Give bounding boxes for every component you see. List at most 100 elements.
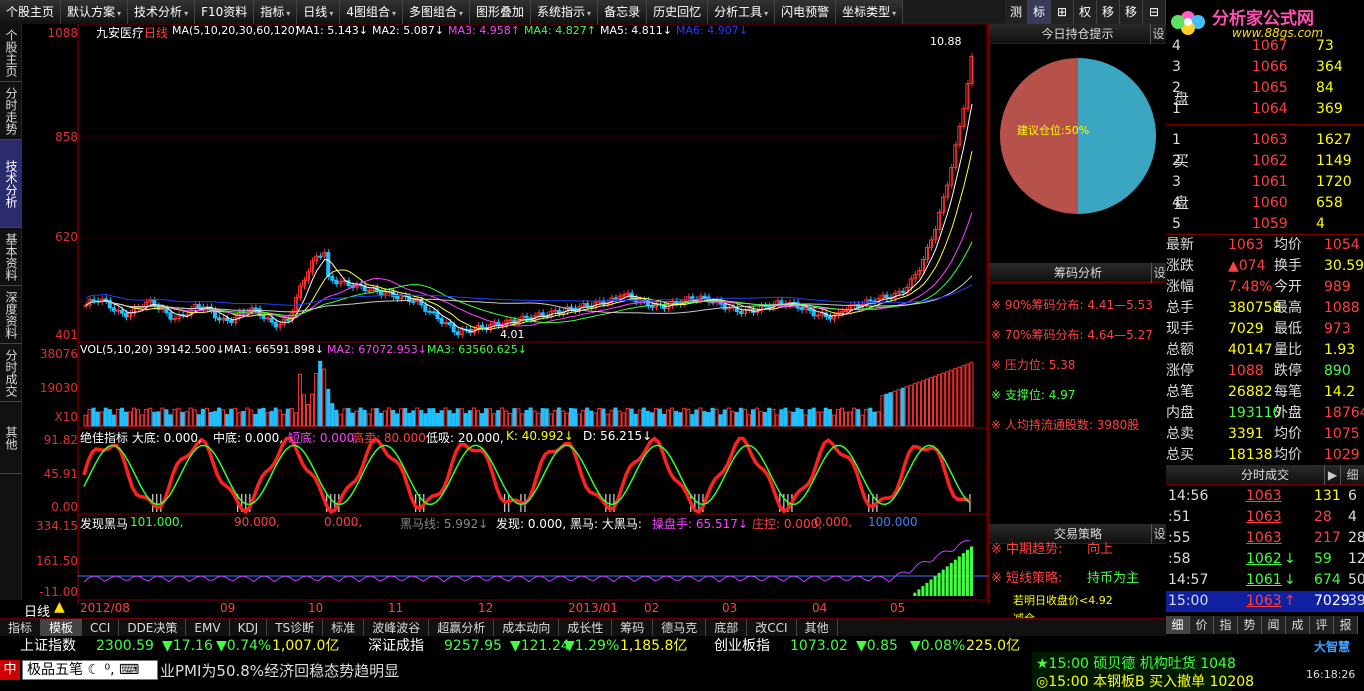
menu-item[interactable]: 默认方案 [61, 0, 129, 24]
indicator-tab[interactable]: 底部 [706, 619, 748, 637]
blackhorse-header: 90.000, [234, 515, 280, 529]
stat-row[interactable]: 总卖 3391 均价 1075 [1166, 424, 1364, 445]
indicator-tab[interactable]: TS诊断 [267, 619, 324, 637]
menu-item[interactable]: 指标 [254, 0, 298, 24]
indicator-tab[interactable]: 其他 [797, 619, 838, 637]
cell: ↓ [1284, 572, 1296, 588]
sell-row[interactable]: 1 1064 369 [1166, 99, 1364, 120]
index-name[interactable]: 深证成指 [368, 636, 424, 656]
stat-row[interactable]: 最新 1063 均价 1054 [1166, 235, 1364, 256]
indicator-tab[interactable]: 成本动向 [494, 619, 560, 637]
quote-tab[interactable]: 细 [1166, 616, 1190, 634]
indicator-tab[interactable]: EMV [186, 619, 230, 637]
detail-button[interactable]: 细 [1340, 465, 1364, 485]
left-tab[interactable]: 其他 [0, 402, 22, 474]
left-tab[interactable]: 个股主页 [0, 24, 22, 82]
cell: 7.48% [1228, 279, 1273, 295]
volume-bar [536, 412, 541, 427]
left-tab[interactable]: 深度资料 [0, 286, 22, 344]
toolbar-button[interactable]: 移 [1097, 0, 1120, 24]
tick-row[interactable]: :51 1063 28 4 [1166, 507, 1364, 528]
news-scroll[interactable]: 业PMI为50.8%经济回稳态势趋明显 [160, 660, 399, 681]
toolbar-button[interactable]: 标 [1028, 0, 1051, 24]
buy-row[interactable]: 5 1059 4 [1166, 214, 1364, 235]
quote-tab[interactable]: 评 [1310, 616, 1334, 634]
settings-button[interactable]: 设 [1150, 24, 1166, 44]
stat-row[interactable]: 总买 18138 均价 1029 [1166, 445, 1364, 466]
stat-row[interactable]: 涨幅 7.48% 今开 989 [1166, 277, 1364, 298]
menu-item[interactable]: 图形叠加 [470, 0, 532, 24]
tick-row[interactable]: 15:00 1063↑ 7029395 [1166, 591, 1364, 612]
quote-tab[interactable]: 成 [1286, 616, 1310, 634]
toolbar-button[interactable]: ⊞ [1051, 0, 1074, 24]
index-name[interactable]: 上证指数 [20, 636, 76, 656]
play-icon[interactable]: ▶ [1324, 465, 1340, 485]
indicator-tab[interactable]: 改CCI [747, 619, 797, 637]
sell-row[interactable]: 2 1065 84 [1166, 78, 1364, 99]
settings-button[interactable]: 设 [1151, 524, 1167, 544]
menu-item[interactable]: 多图组合 [402, 0, 471, 24]
menu-item[interactable]: 日线 [297, 0, 341, 24]
menu-item[interactable]: 闪电预警 [775, 0, 837, 24]
menu-item[interactable]: 系统指示 [531, 0, 599, 24]
quote-tab[interactable]: 报 [1334, 616, 1358, 634]
buy-row[interactable]: 1 1063 1627 [1166, 130, 1364, 151]
indicator-tab[interactable]: CCI [82, 619, 120, 637]
cell: 1063 [1246, 593, 1282, 609]
left-tab[interactable]: 技术分析 [0, 140, 22, 228]
candle [508, 319, 513, 322]
quote-tab[interactable]: 闻 [1262, 616, 1286, 634]
menu-item[interactable]: 技术分析 [128, 0, 196, 24]
toolbar-button[interactable]: 测 [1005, 0, 1028, 24]
index-name[interactable]: 创业板指 [714, 636, 770, 656]
tick-row[interactable]: 14:56 1063 131 6 [1166, 486, 1364, 507]
volume-bar [459, 408, 464, 427]
indicator-tab[interactable]: KDJ [230, 619, 268, 637]
buy-row[interactable]: 2 1062 1149 [1166, 151, 1364, 172]
indicator-tab[interactable]: 超赢分析 [429, 619, 495, 637]
stat-row[interactable]: 内盘193110外盘187648 [1166, 403, 1364, 424]
quote-tab[interactable]: 价 [1190, 616, 1214, 634]
menu-item[interactable]: 坐标类型 [836, 0, 904, 24]
toolbar-button[interactable]: ⊟ [1143, 0, 1166, 24]
tick-row[interactable]: :58 1062 ↓ 59 12 [1166, 549, 1364, 570]
stat-row[interactable]: 总手 380758 最高 1088 [1166, 298, 1364, 319]
indicator-tab[interactable]: DDE决策 [119, 619, 187, 637]
menu-item[interactable]: 历史回忆 [647, 0, 709, 24]
left-tab[interactable]: 基本资料 [0, 228, 22, 286]
stat-row[interactable]: 涨停 1088 跌停 890 [1166, 361, 1364, 382]
stat-row[interactable]: 总额 40147 量比 1.93 [1166, 340, 1364, 361]
tick-row[interactable]: :55 1063 217 28 [1166, 528, 1364, 549]
candle [868, 299, 873, 302]
ime-indicator[interactable]: 极品五笔 ☾ ⁰, ⌨ [22, 660, 158, 680]
left-tab[interactable]: 分时成交 [0, 344, 22, 402]
quote-tab[interactable]: 指 [1214, 616, 1238, 634]
sell-row[interactable]: 3 1066 364 [1166, 57, 1364, 78]
tick-row[interactable]: 14:57 1061 ↓ 674 50 [1166, 570, 1364, 591]
indicator-tab[interactable]: 成长性 [559, 619, 613, 637]
candle [140, 306, 145, 309]
stat-row[interactable]: 总笔 26882 每笔 14.2 [1166, 382, 1364, 403]
indicator-tab[interactable]: 筹码 [612, 619, 654, 637]
menu-item[interactable]: F10资料 [195, 0, 255, 24]
quote-tab[interactable]: 势 [1238, 616, 1262, 634]
stat-row[interactable]: 现手 7029 最低 973 [1166, 319, 1364, 340]
stat-row[interactable]: 涨跌 ▲074 换手 30.59% [1166, 256, 1364, 277]
indicator-tab[interactable]: 模板 [41, 619, 83, 637]
sell-row[interactable]: 4 1067 73 [1166, 36, 1364, 57]
menu-item[interactable]: 个股主页 [0, 0, 62, 24]
indicator-tab[interactable]: 标准 [323, 619, 365, 637]
menu-item[interactable]: 4图组合 [340, 0, 403, 24]
settings-button[interactable]: 设 [1151, 263, 1167, 283]
toolbar-button[interactable]: 权 [1074, 0, 1097, 24]
indicator-tab[interactable]: 指标 [0, 619, 42, 637]
buy-row[interactable]: 3 1061 1720 [1166, 172, 1364, 193]
indicator-tab[interactable]: 德马克 [653, 619, 707, 637]
menu-item[interactable]: 备忘录 [598, 0, 648, 24]
left-tab[interactable]: 分时走势 [0, 82, 22, 140]
indicator-tab[interactable]: 波峰波谷 [364, 619, 430, 637]
toolbar-button[interactable]: 移 [1120, 0, 1143, 24]
buy-row[interactable]: 4 1060 658 [1166, 193, 1364, 214]
candle [811, 309, 816, 317]
menu-item[interactable]: 分析工具 [708, 0, 776, 24]
